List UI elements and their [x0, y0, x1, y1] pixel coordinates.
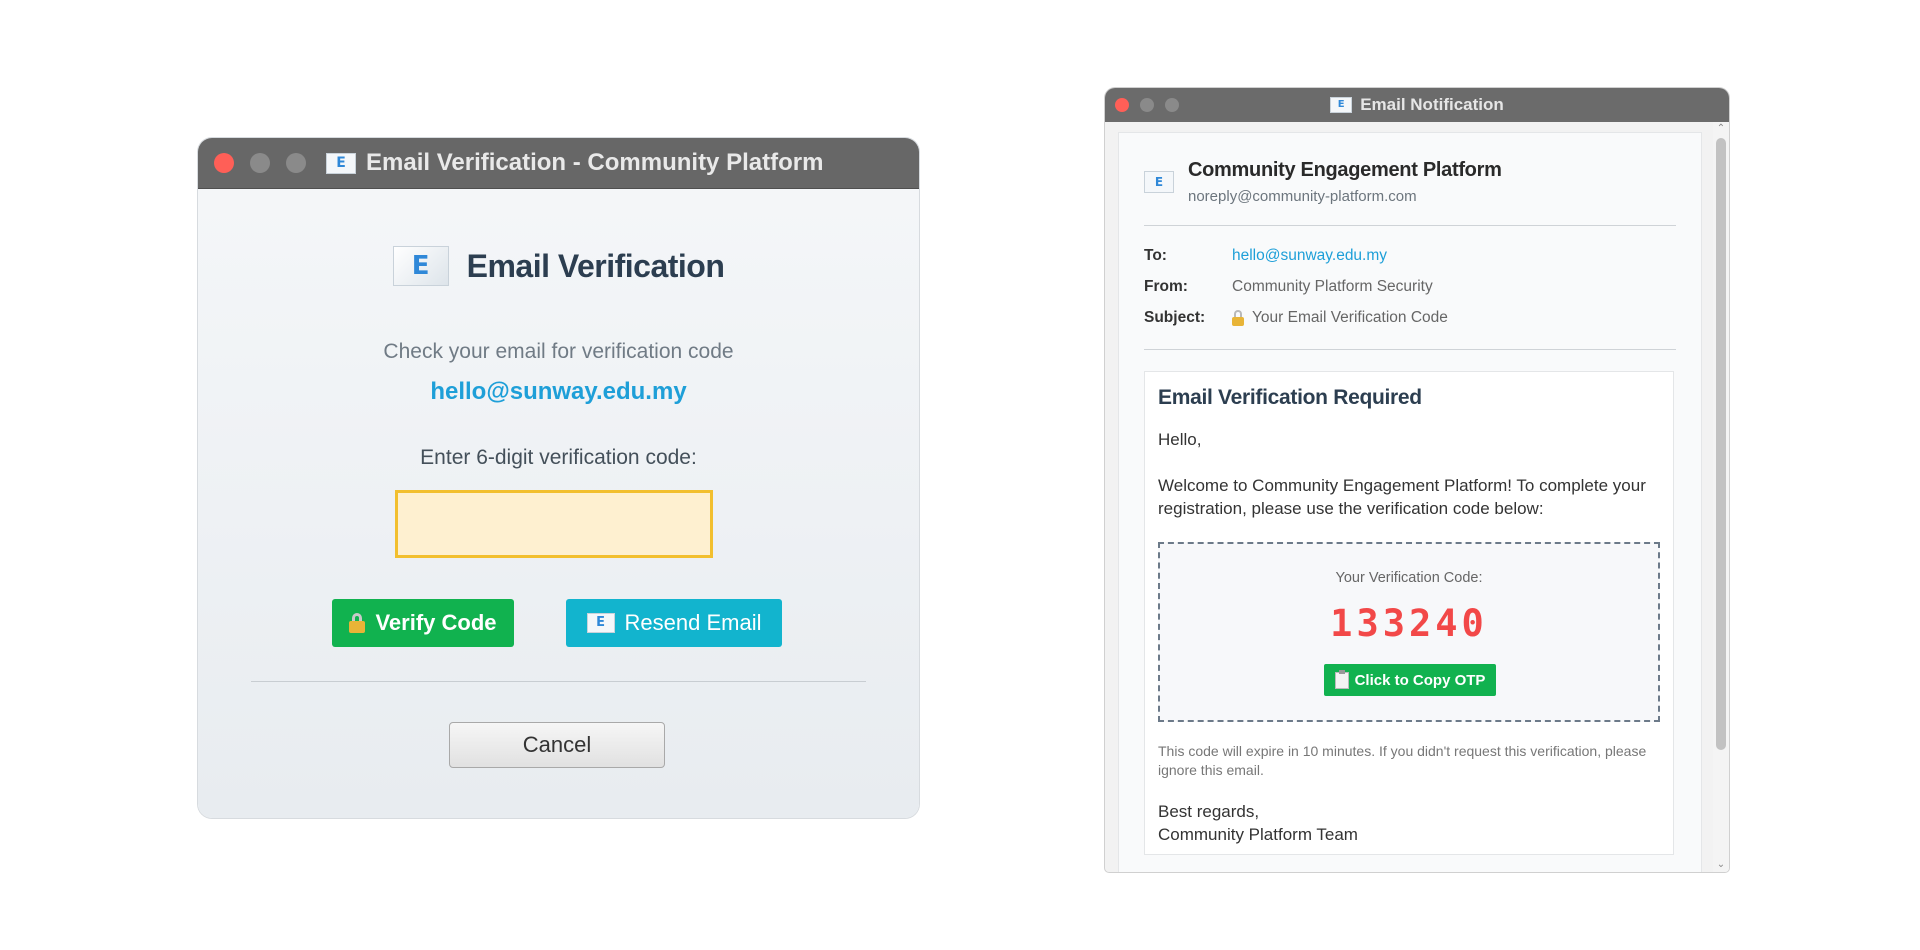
maximize-window-button[interactable] [286, 153, 306, 173]
otp-box: Your Verification Code: 133240 Click to … [1158, 542, 1660, 722]
subject-value: Your Email Verification Code [1252, 309, 1448, 326]
email-body-card: Email Verification Required Hello, Welco… [1144, 371, 1674, 855]
scrollbar-thumb[interactable] [1716, 138, 1726, 750]
scroll-up-arrow-icon[interactable]: ⌃ [1713, 122, 1729, 136]
window-title: Email Verification - Community Platform [366, 149, 824, 176]
vertical-scrollbar[interactable]: ⌃ ⌄ [1713, 122, 1729, 872]
lock-icon [1232, 310, 1244, 326]
envelope-icon: E [1144, 171, 1174, 193]
meta-from: From: Community Platform Security [1144, 278, 1433, 296]
verification-code-input[interactable] [395, 490, 713, 558]
meta-subject: Subject: Your Email Verification Code [1144, 309, 1448, 327]
expiry-note: This code will expire in 10 minutes. If … [1158, 743, 1647, 778]
page-title: Email Verification [466, 247, 725, 284]
copy-otp-button[interactable]: Click to Copy OTP [1324, 664, 1496, 696]
divider [1144, 349, 1676, 350]
copy-otp-label: Click to Copy OTP [1354, 671, 1486, 689]
clipboard-icon [1334, 669, 1349, 689]
to-label: To: [1144, 247, 1167, 264]
meta-to: To: hello@sunway.edu.my [1144, 247, 1387, 265]
code-prompt-label: Enter 6-digit verification code: [420, 446, 697, 469]
email-heading: Email Verification Required [1158, 386, 1422, 409]
window-titlebar[interactable]: E Email Notification [1105, 88, 1729, 122]
to-value[interactable]: hello@sunway.edu.my [1232, 247, 1387, 265]
from-value: Community Platform Security [1232, 278, 1433, 295]
verify-code-button[interactable]: Verify Code [332, 599, 514, 647]
envelope-icon: E [392, 246, 449, 286]
window-title: Email Notification [1360, 95, 1504, 114]
instruction-text: Check your email for verification code [383, 340, 734, 363]
divider [251, 681, 866, 682]
otp-label: Your Verification Code: [1335, 570, 1483, 586]
resend-email-button[interactable]: E Resend Email [566, 599, 782, 647]
otp-code: 133240 [1330, 602, 1488, 645]
signature: Best regards, Community Platform Team [1158, 800, 1358, 846]
resend-email-label: Resend Email [624, 610, 762, 635]
regards-line: Best regards, [1158, 802, 1260, 821]
greeting-text: Hello, [1158, 430, 1202, 449]
cancel-label: Cancel [522, 732, 592, 757]
envelope-icon: E [1330, 97, 1353, 113]
body-text: Welcome to Community Engagement Platform… [1158, 476, 1646, 518]
envelope-icon: E [326, 152, 356, 174]
window-titlebar[interactable]: E Email Verification - Community Platfor… [198, 138, 919, 189]
close-window-button[interactable] [214, 153, 234, 173]
verification-window: E Email Verification - Community Platfor… [198, 138, 919, 818]
verify-code-label: Verify Code [375, 610, 497, 635]
email-scroll-area[interactable]: E Community Engagement Platform noreply@… [1105, 122, 1729, 872]
divider [1144, 225, 1676, 226]
sender-address: noreply@community-platform.com [1188, 188, 1417, 205]
email-content: E Community Engagement Platform noreply@… [1118, 132, 1702, 872]
dialog-header: E Email Verification [198, 246, 919, 286]
from-label: From: [1144, 278, 1188, 295]
target-email: hello@sunway.edu.my [430, 378, 687, 405]
subject-label: Subject: [1144, 309, 1206, 326]
email-notification-window: E Email Notification E Community Engagem… [1105, 88, 1729, 872]
cancel-button[interactable]: Cancel [449, 722, 665, 768]
lock-icon [349, 613, 366, 633]
minimize-window-button[interactable] [250, 153, 270, 173]
scroll-down-arrow-icon[interactable]: ⌄ [1713, 858, 1729, 872]
sender-name: Community Engagement Platform [1188, 159, 1502, 181]
sender-block: E Community Engagement Platform noreply@… [1144, 159, 1502, 205]
team-name-line: Community Platform Team [1158, 825, 1358, 844]
envelope-icon: E [586, 613, 615, 633]
